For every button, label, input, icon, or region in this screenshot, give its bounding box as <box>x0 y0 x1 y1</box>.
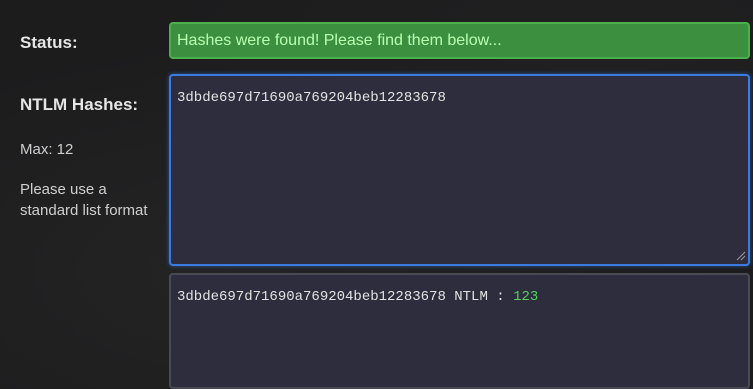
ntlm-hashes-input[interactable] <box>169 74 750 266</box>
result-hash: 3dbde697d71690a769204beb12283678 <box>177 289 446 305</box>
result-password: 123 <box>513 289 539 305</box>
max-hint: Max: 12 <box>20 141 74 158</box>
ntlm-hashes-label: NTLM Hashes: <box>20 95 139 114</box>
status-message: Hashes were found! Please find them belo… <box>169 22 750 59</box>
result-type: NTLM : <box>445 289 514 305</box>
status-label: Status: <box>20 33 78 52</box>
result-line: 3dbde697d71690a769204beb12283678 NTLM : … <box>177 289 742 305</box>
format-hint-line-1: Please use a <box>20 181 107 198</box>
format-hint-line-2: standard list format <box>20 202 148 219</box>
results-output[interactable]: 3dbde697d71690a769204beb12283678 NTLM : … <box>169 273 750 389</box>
